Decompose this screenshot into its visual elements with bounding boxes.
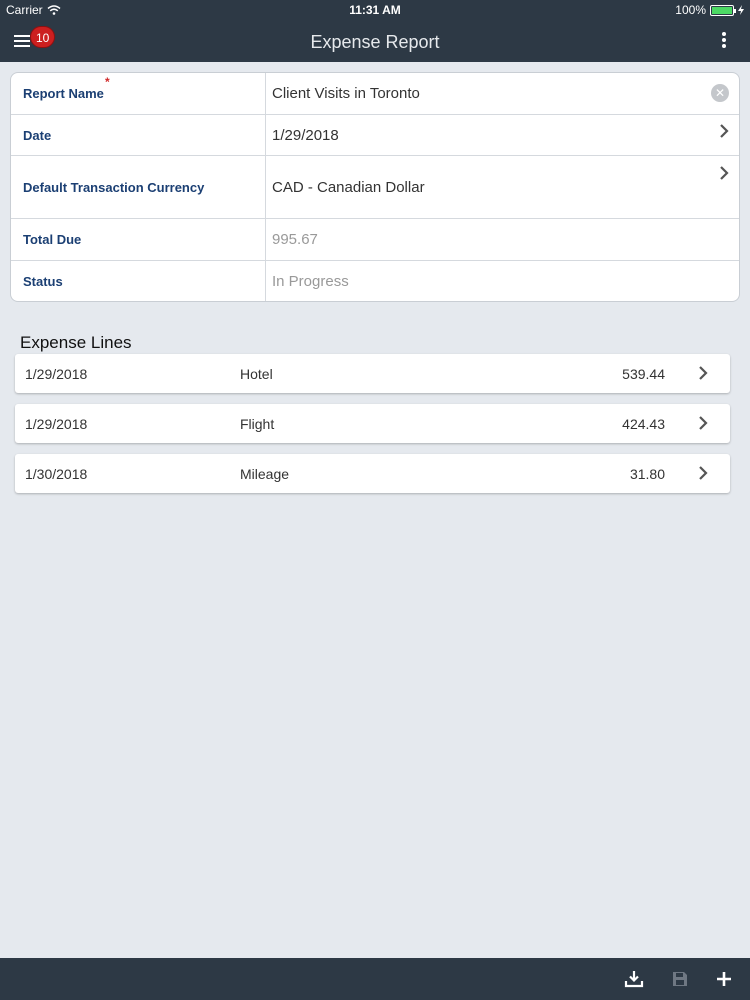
page-title: Expense Report	[310, 32, 440, 52]
expense-line-type: Flight	[240, 416, 275, 432]
battery-info: 100%	[675, 3, 744, 17]
currency-field[interactable]: CAD - Canadian Dollar	[266, 156, 739, 218]
currency-label: Default Transaction Currency	[23, 179, 205, 195]
battery-icon	[710, 4, 736, 16]
status-label-cell: Status	[11, 261, 266, 301]
total-due-value: 995.67	[272, 231, 318, 248]
chevron-right-icon	[699, 416, 708, 430]
report-name-row: Report Name * Client Visits in Toronto ✕	[11, 73, 739, 115]
expense-line-type: Mileage	[240, 466, 290, 482]
date-row[interactable]: Date 1/29/2018	[11, 115, 739, 156]
report-name-field[interactable]: Client Visits in Toronto ✕	[266, 73, 739, 114]
expense-line-amount: 539.44	[622, 366, 665, 382]
charging-icon	[738, 5, 744, 15]
plus-icon[interactable]	[714, 969, 734, 989]
status-row: Status In Progress	[11, 261, 739, 301]
bottom-toolbar	[0, 958, 750, 1000]
expense-line-type: Hotel	[240, 366, 273, 382]
download-icon[interactable]	[624, 969, 644, 989]
chevron-right-icon	[720, 166, 729, 180]
more-vertical-icon-dot	[722, 44, 726, 48]
date-value: 1/29/2018	[272, 126, 339, 144]
currency-row[interactable]: Default Transaction Currency CAD - Canad…	[11, 156, 739, 219]
more-vertical-icon-dot	[722, 38, 726, 42]
chevron-right-icon	[699, 466, 708, 480]
expense-line-date: 1/29/2018	[25, 416, 88, 432]
date-field[interactable]: 1/29/2018	[266, 115, 739, 155]
status-label: Status	[23, 273, 63, 289]
clear-icon[interactable]: ✕	[711, 84, 729, 102]
date-label: Date	[23, 127, 52, 143]
total-due-row: Total Due 995.67	[11, 219, 739, 261]
total-due-label-cell: Total Due	[11, 219, 266, 260]
expense-lines-list: 1/29/2018 Hotel 539.44 1/29/2018 Flight …	[15, 354, 730, 504]
expense-line-hotel[interactable]: 1/29/2018 Hotel 539.44	[15, 354, 730, 393]
status-value: In Progress	[272, 272, 349, 290]
more-vertical-icon	[722, 32, 726, 36]
expense-line-amount: 31.80	[629, 466, 665, 482]
total-due-label: Total Due	[23, 232, 82, 247]
chevron-right-icon	[699, 366, 708, 380]
required-indicator: *	[105, 75, 110, 89]
expense-line-date: 1/29/2018	[25, 366, 88, 382]
expense-line-flight[interactable]: 1/29/2018 Flight 424.43	[15, 404, 730, 443]
report-name-label: Report Name	[23, 86, 104, 101]
clock: 11:31 AM	[349, 3, 401, 17]
more-options-button[interactable]	[720, 32, 728, 50]
date-label-cell: Date	[11, 115, 266, 155]
nav-bar: 10 Expense Report	[0, 20, 750, 62]
chevron-right-icon	[720, 124, 729, 138]
currency-value: CAD - Canadian Dollar	[272, 179, 425, 196]
report-name-value: Client Visits in Toronto	[272, 85, 420, 102]
report-details-form: Report Name * Client Visits in Toronto ✕…	[10, 72, 740, 302]
expense-line-amount: 424.43	[622, 416, 665, 432]
expense-line-date: 1/30/2018	[25, 466, 88, 482]
battery-percent: 100%	[675, 3, 706, 17]
expense-line-mileage[interactable]: 1/30/2018 Mileage 31.80	[15, 454, 730, 493]
expense-lines-title: Expense Lines	[20, 333, 132, 352]
currency-label-cell: Default Transaction Currency	[11, 156, 266, 218]
status-bar: Carrier 11:31 AM 100%	[0, 0, 750, 20]
save-icon[interactable]	[670, 969, 690, 989]
report-name-label-cell: Report Name *	[11, 73, 266, 114]
